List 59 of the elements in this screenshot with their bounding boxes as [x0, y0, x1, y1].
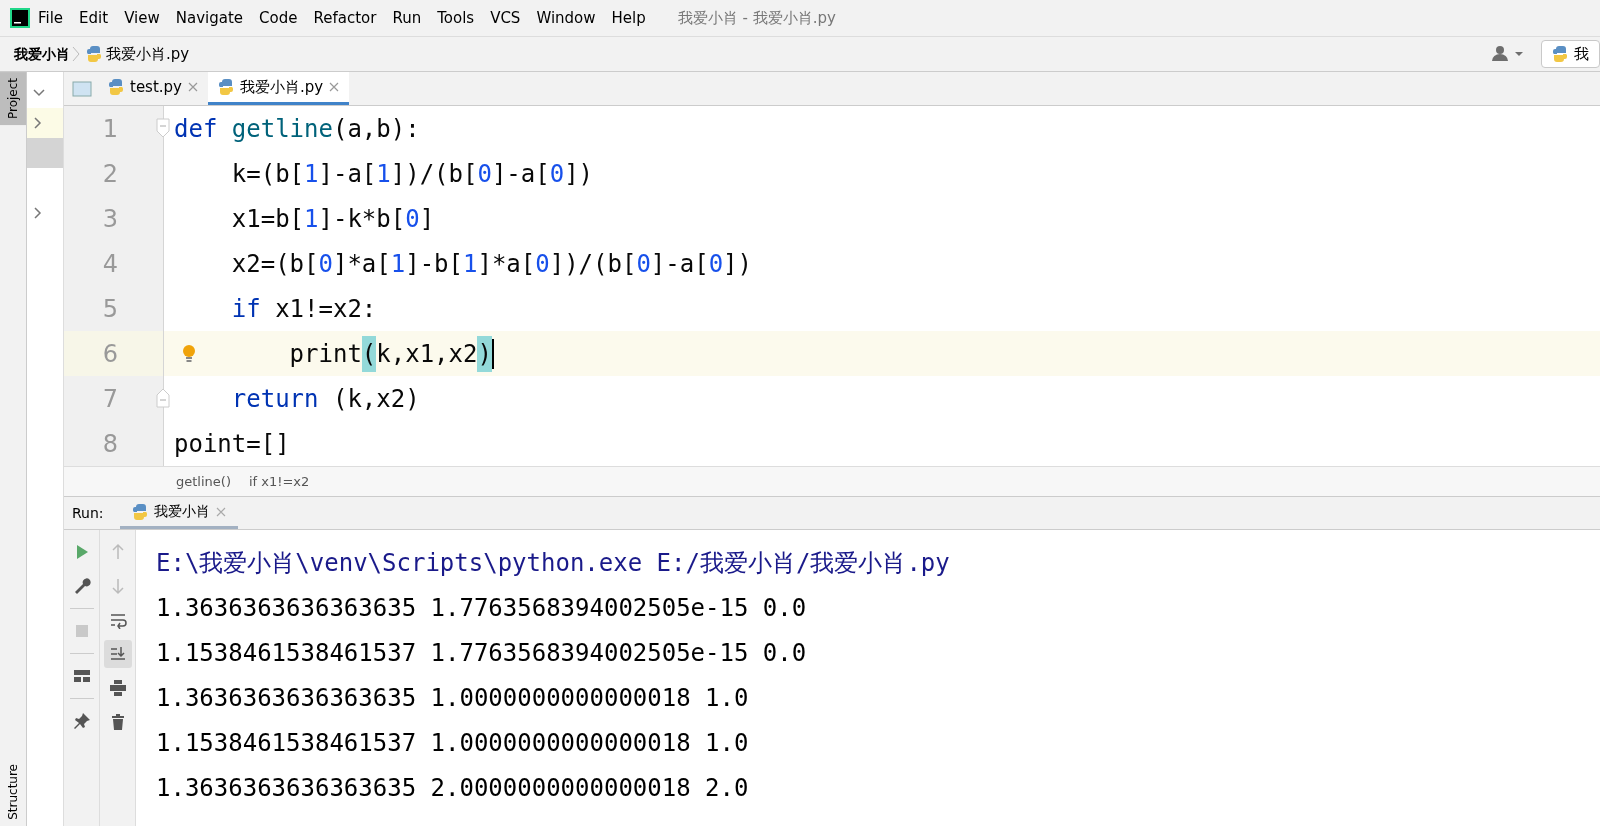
output-line: 1.3636363636363635 2.0000000000000018 2.0: [156, 772, 750, 804]
close-icon[interactable]: [188, 82, 198, 92]
user-dropdown-icon[interactable]: [1491, 45, 1525, 63]
structure-tool-tab[interactable]: Structure: [0, 758, 26, 826]
output-line: 1.3636363636363635 1.0000000000000018 1.0: [156, 682, 750, 714]
menu-item[interactable]: Code: [251, 6, 306, 30]
output-line: 1.1538461538461537 1.7763568394002505e-15 0.0: [156, 637, 808, 669]
code-breadcrumb[interactable]: if x1!=x2: [248, 471, 310, 492]
project-tool-tab[interactable]: Project: [0, 72, 26, 126]
code-line: x2=(b[0]*a[1]-b[1]*a[0])/(b[0]-a[0]): [230, 248, 753, 280]
menu-item[interactable]: Run: [384, 6, 430, 30]
print-icon[interactable]: [108, 679, 127, 697]
python-icon: [131, 502, 148, 521]
output-line: 1.3636363636363635 1.7763568394002505e-15 0.0: [156, 592, 808, 624]
code-line: return (k,x2): [230, 383, 421, 415]
menu-item[interactable]: Navigate: [167, 6, 252, 30]
run-label: Run:: [72, 503, 105, 523]
chevron-right-icon[interactable]: [33, 117, 43, 129]
menu-item[interactable]: Edit: [71, 6, 117, 30]
editor-tab[interactable]: 我爱小肖.py: [208, 72, 350, 105]
chevron-right-icon[interactable]: [33, 207, 43, 219]
window-title: 我爱小肖 - 我爱小肖.py: [677, 7, 836, 29]
chevron-down-icon[interactable]: [33, 88, 45, 98]
code-line: point=[]: [173, 428, 291, 460]
python-file-icon: [218, 78, 234, 96]
python-icon: [1552, 45, 1568, 63]
chevron-right-icon: [70, 45, 82, 63]
menu-item[interactable]: Tools: [429, 6, 483, 30]
app-logo-icon: [10, 8, 30, 28]
code-line: if x1!=x2:: [230, 293, 378, 325]
code-line: k=(b[1]-a[1])/(b[0]-a[0]): [230, 158, 595, 190]
close-icon[interactable]: [215, 506, 226, 517]
soft-wrap-icon[interactable]: [108, 611, 127, 629]
menu-item[interactable]: VCS: [482, 6, 529, 30]
menu-item[interactable]: Help: [603, 6, 654, 30]
menu-item[interactable]: View: [116, 6, 168, 30]
layout-icon[interactable]: [72, 667, 91, 685]
pin-icon[interactable]: [72, 712, 91, 730]
run-configuration-selector[interactable]: 我: [1541, 40, 1600, 68]
fold-marker-icon[interactable]: [156, 118, 170, 138]
scroll-to-end-icon[interactable]: [108, 645, 127, 663]
close-icon[interactable]: [329, 82, 340, 92]
project-breadcrumb[interactable]: 我爱小肖: [14, 43, 70, 65]
output-line: 1.1538461538461537 1.0000000000000018 1.0: [156, 727, 750, 759]
menu-item[interactable]: Refactor: [305, 6, 385, 30]
menu-item[interactable]: File: [30, 6, 72, 30]
code-breadcrumb[interactable]: getline(): [176, 471, 231, 492]
python-file-icon: [86, 45, 102, 63]
code-line: def getline(a,b):: [173, 113, 421, 145]
text-cursor: [491, 338, 494, 369]
menu-item[interactable]: Window: [528, 6, 604, 30]
code-line: x1=b[1]-k*b[0]: [230, 203, 436, 235]
line-number: 6: [64, 331, 163, 376]
editor-tab[interactable]: test.py: [98, 72, 208, 105]
highlighted-tree-row[interactable]: [27, 108, 63, 138]
lightbulb-icon[interactable]: [182, 344, 196, 363]
python-file-icon: [108, 78, 124, 96]
file-breadcrumb[interactable]: 我爱小肖.py: [106, 42, 190, 66]
command-line: E:\我爱小肖\venv\Scripts\python.exe E:/我爱小肖/我爱小肖.py: [156, 547, 951, 579]
